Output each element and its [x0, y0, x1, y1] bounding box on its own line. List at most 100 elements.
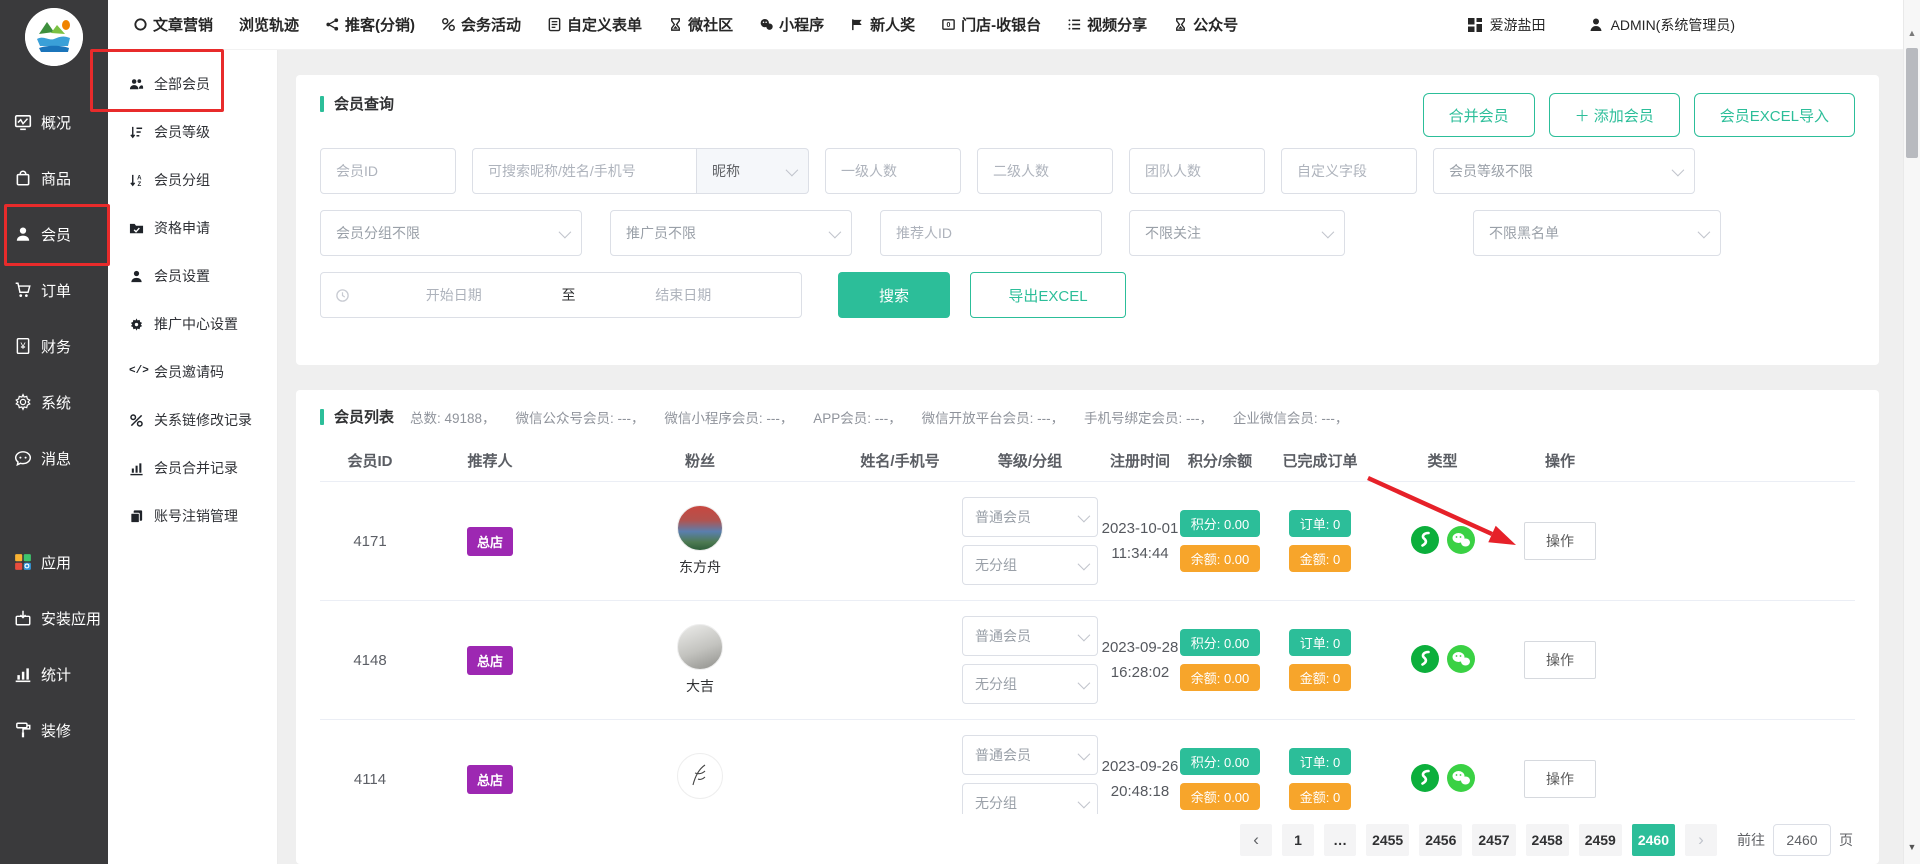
member-level-select[interactable]: 普通会员: [962, 735, 1098, 775]
wechat-open-platform-icon: [1410, 644, 1440, 677]
submenu-item-relation-chain-log[interactable]: 关系链修改记录: [108, 396, 277, 444]
merge-members-button[interactable]: 合并会员: [1423, 93, 1535, 137]
jump-page-input[interactable]: [1773, 824, 1831, 856]
topnav-item-custom-form[interactable]: 自定义表单: [547, 14, 642, 35]
keyword-search-input[interactable]: [472, 148, 697, 194]
sidebar-item-statistics[interactable]: 统计: [0, 646, 108, 702]
keyword-type-select[interactable]: 昵称: [697, 148, 809, 194]
stat-wechat-mini: 微信小程序会员: ---，: [664, 411, 793, 426]
sidebar-item-decoration[interactable]: 装修: [0, 702, 108, 758]
page-button[interactable]: 2457: [1472, 824, 1515, 856]
page-ellipsis[interactable]: …: [1324, 824, 1356, 856]
page-button[interactable]: 2456: [1419, 824, 1462, 856]
member-excel-import-button[interactable]: 会员EXCEL导入: [1694, 93, 1855, 137]
col-fans: 粉丝: [560, 450, 840, 471]
topnav-item-events[interactable]: 会务活动: [441, 14, 521, 35]
sidebar-item-system[interactable]: 系统: [0, 374, 108, 430]
prev-page-button[interactable]: ‹: [1240, 824, 1272, 856]
scrollbar-thumb[interactable]: [1906, 48, 1918, 158]
submenu-item-merge-log[interactable]: 会员合并记录: [108, 444, 277, 492]
list-panel-header: 会员列表 总数: 49188， 微信公众号会员: ---， 微信小程序会员: -…: [320, 406, 1855, 427]
level2-count-input[interactable]: [977, 148, 1113, 194]
export-excel-button[interactable]: 导出EXCEL: [970, 272, 1126, 318]
submenu-item-account-cancellation[interactable]: 账号注销管理: [108, 492, 277, 540]
submenu-item-member-groups[interactable]: AZ 会员分组: [108, 156, 277, 204]
avatar: [677, 753, 723, 799]
scrollbar-up-arrow[interactable]: ▲: [1904, 28, 1920, 38]
amount-chip: 金额: 0: [1289, 545, 1351, 572]
sidebar-item-apps[interactable]: 应用: [0, 534, 108, 590]
start-date-placeholder[interactable]: 开始日期: [350, 285, 558, 305]
topnav-item-micro-community[interactable]: 微社区: [668, 14, 733, 35]
member-group-select[interactable]: 无分组: [962, 545, 1098, 585]
end-date-placeholder[interactable]: 结束日期: [580, 285, 788, 305]
sidebar-item-messages[interactable]: 消息: [0, 430, 108, 486]
row-action-button[interactable]: 操作: [1524, 760, 1596, 798]
workspace-switcher[interactable]: 爱游盐田: [1467, 15, 1546, 35]
chevron-down-icon: [1078, 628, 1091, 641]
member-level-select[interactable]: 普通会员: [962, 497, 1098, 537]
sidebar-item-label: 安装应用: [41, 608, 101, 629]
page-button[interactable]: 2455: [1366, 824, 1409, 856]
page-button[interactable]: 2458: [1526, 824, 1569, 856]
next-page-button[interactable]: ›: [1685, 824, 1717, 856]
wechat-icon: [1446, 525, 1476, 558]
user-menu[interactable]: ADMIN(系统管理员): [1588, 15, 1735, 35]
sidebar-item-label: 消息: [41, 448, 71, 469]
row-action-button[interactable]: 操作: [1524, 641, 1596, 679]
submenu-item-member-levels[interactable]: 会员等级: [108, 108, 277, 156]
submenu-item-all-members[interactable]: 全部会员: [108, 60, 277, 108]
team-count-input[interactable]: [1129, 148, 1265, 194]
copy-file-icon: [129, 509, 144, 524]
search-button[interactable]: 搜索: [838, 272, 950, 318]
referrer-id-input[interactable]: [880, 210, 1102, 256]
sidebar-item-orders[interactable]: 订单: [0, 262, 108, 318]
member-grade-select[interactable]: 会员等级不限: [1433, 148, 1695, 194]
member-group-select[interactable]: 无分组: [962, 783, 1098, 814]
topnav-item-video-share[interactable]: 视频分享: [1067, 14, 1147, 35]
topnav-item-store-cashier[interactable]: 0 门店-收银台: [941, 14, 1041, 35]
chevron-down-icon: [786, 163, 799, 176]
member-query-panel: 会员查询 合并会员 ＋ 添加会员 会员EXCEL导入 昵称: [296, 75, 1879, 365]
user-name: ADMIN(系统管理员): [1611, 15, 1735, 35]
row-action-button[interactable]: 操作: [1524, 522, 1596, 560]
page-button[interactable]: 1: [1282, 824, 1314, 856]
member-group-select[interactable]: 会员分组不限: [320, 210, 582, 256]
submenu-item-promo-center-settings[interactable]: 推广中心设置: [108, 300, 277, 348]
submenu-item-invite-code[interactable]: </> 会员邀请码: [108, 348, 277, 396]
add-member-button[interactable]: ＋ 添加会员: [1549, 93, 1680, 137]
date-range-picker[interactable]: 开始日期 至 结束日期: [320, 272, 802, 318]
col-member-id: 会员ID: [320, 450, 420, 471]
sidebar-item-install-apps[interactable]: 安装应用: [0, 590, 108, 646]
sidebar-item-goods[interactable]: 商品: [0, 150, 108, 206]
member-group-select[interactable]: 无分组: [962, 664, 1098, 704]
sidebar-item-label: 概况: [41, 112, 71, 133]
amount-chip: 金额: 0: [1289, 664, 1351, 691]
member-id-input[interactable]: [320, 148, 456, 194]
topnav-item-new-user-award[interactable]: 新人奖: [850, 14, 915, 35]
blacklist-filter-select[interactable]: 不限黑名单: [1473, 210, 1721, 256]
sidebar-item-members[interactable]: 会员: [0, 206, 108, 262]
sidebar-item-overview[interactable]: 概况: [0, 94, 108, 150]
submenu-item-member-settings[interactable]: 会员设置: [108, 252, 277, 300]
sidebar-spacer: [0, 486, 108, 534]
page-button-active[interactable]: 2460: [1632, 824, 1675, 856]
topnav-item-official-account[interactable]: 公众号: [1173, 14, 1238, 35]
level1-count-input[interactable]: [825, 148, 961, 194]
topnav-item-mini-program[interactable]: 小程序: [759, 14, 824, 35]
topnav-item-article-marketing[interactable]: 文章营销: [133, 14, 213, 35]
sidebar-item-label: 财务: [41, 336, 71, 357]
promoter-select[interactable]: 推广员不限: [610, 210, 852, 256]
sidebar-item-finance[interactable]: ¥ 财务: [0, 318, 108, 374]
person-icon: [14, 225, 32, 243]
scrollbar-down-arrow[interactable]: ▼: [1904, 842, 1920, 852]
page-button[interactable]: 2459: [1579, 824, 1622, 856]
submenu-item-qualification[interactable]: 资格申请: [108, 204, 277, 252]
chevron-down-icon: [1078, 747, 1091, 760]
col-completed-orders: 已完成订单: [1260, 450, 1380, 471]
member-level-select[interactable]: 普通会员: [962, 616, 1098, 656]
follow-filter-select[interactable]: 不限关注: [1129, 210, 1345, 256]
custom-field-input[interactable]: [1281, 148, 1417, 194]
topnav-item-browse-track[interactable]: 浏览轨迹: [239, 14, 299, 35]
topnav-item-distribution[interactable]: 推客(分销): [325, 14, 415, 35]
